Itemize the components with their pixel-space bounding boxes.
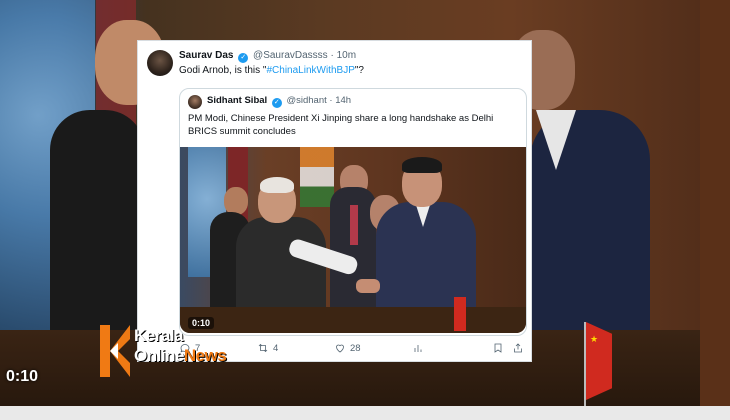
kerala-online-news-logo: Kerala OnlineNews: [100, 323, 227, 379]
logo-online: Online: [134, 346, 184, 365]
quoted-header: Sidhant Sibal ✓ @sidhant · 14h: [207, 95, 351, 108]
bar-chart-icon: [414, 345, 422, 352]
tweet-text-before: Godi Arnob, is this ": [179, 65, 267, 76]
tweet-header: Saurav Das ✓ @SauravDassss · 10m: [179, 50, 356, 63]
avatar[interactable]: [147, 50, 173, 76]
author-name[interactable]: Saurav Das: [179, 50, 233, 61]
bookmark-icon: [494, 343, 502, 353]
india-flag: [300, 147, 334, 207]
tweet-text-after: "?: [354, 65, 364, 76]
separator: ·: [329, 95, 333, 106]
retweet-count: 4: [273, 342, 279, 354]
quoted-video[interactable]: 0:10: [180, 147, 526, 333]
tweet-text: Godi Arnob, is this "#ChinaLinkWithBJP"?: [179, 65, 364, 76]
retweet-icon: [258, 343, 268, 353]
china-flag: [454, 297, 466, 331]
like-button[interactable]: 28: [334, 342, 361, 354]
verified-badge-icon: ✓: [238, 53, 249, 63]
flag-pole: [584, 322, 586, 407]
quoted-author-name[interactable]: Sidhant Sibal: [207, 95, 267, 106]
like-count: 28: [350, 342, 361, 354]
tie: [350, 205, 358, 245]
heart-icon: [336, 344, 344, 353]
xi-hair: [402, 157, 442, 173]
video-timestamp: 0:10: [6, 368, 39, 385]
tweet-card[interactable]: Saurav Das ✓ @SauravDassss · 10m Godi Ar…: [137, 40, 532, 362]
modi-hair: [260, 177, 294, 193]
k-logo-icon: [100, 325, 130, 377]
person-head: [224, 187, 248, 215]
quoted-avatar[interactable]: [188, 95, 202, 109]
verified-badge-icon: ✓: [271, 98, 282, 108]
bookmark-button[interactable]: [492, 342, 504, 354]
quoted-author-handle[interactable]: @sidhant: [286, 95, 326, 106]
quoted-tweet-text: PM Modi, Chinese President Xi Jinping sh…: [188, 113, 494, 137]
table: [180, 307, 526, 333]
logo-line-2: OnlineNews: [134, 346, 227, 366]
separator: ·: [330, 50, 334, 61]
background-right-panel: [700, 0, 730, 406]
quoted-tweet[interactable]: Sidhant Sibal ✓ @sidhant · 14h PM Modi, …: [179, 88, 527, 336]
bottom-strip: [0, 406, 730, 420]
hashtag-link[interactable]: #ChinaLinkWithBJP: [266, 65, 354, 76]
logo-news: News: [183, 346, 227, 365]
tweet-actions: 7 4 28: [179, 341, 527, 357]
share-icon: [514, 343, 522, 353]
tweet-age[interactable]: 10m: [337, 50, 356, 61]
views-button[interactable]: [412, 342, 424, 354]
logo-line-1: Kerala: [134, 326, 183, 345]
quoted-tweet-age[interactable]: 14h: [335, 95, 351, 106]
handshake: [356, 279, 380, 293]
retweet-button[interactable]: 4: [257, 342, 278, 354]
author-handle[interactable]: @SauravDassss: [253, 50, 328, 61]
share-button[interactable]: [512, 342, 524, 354]
flag-star-icon: ★: [590, 334, 599, 344]
